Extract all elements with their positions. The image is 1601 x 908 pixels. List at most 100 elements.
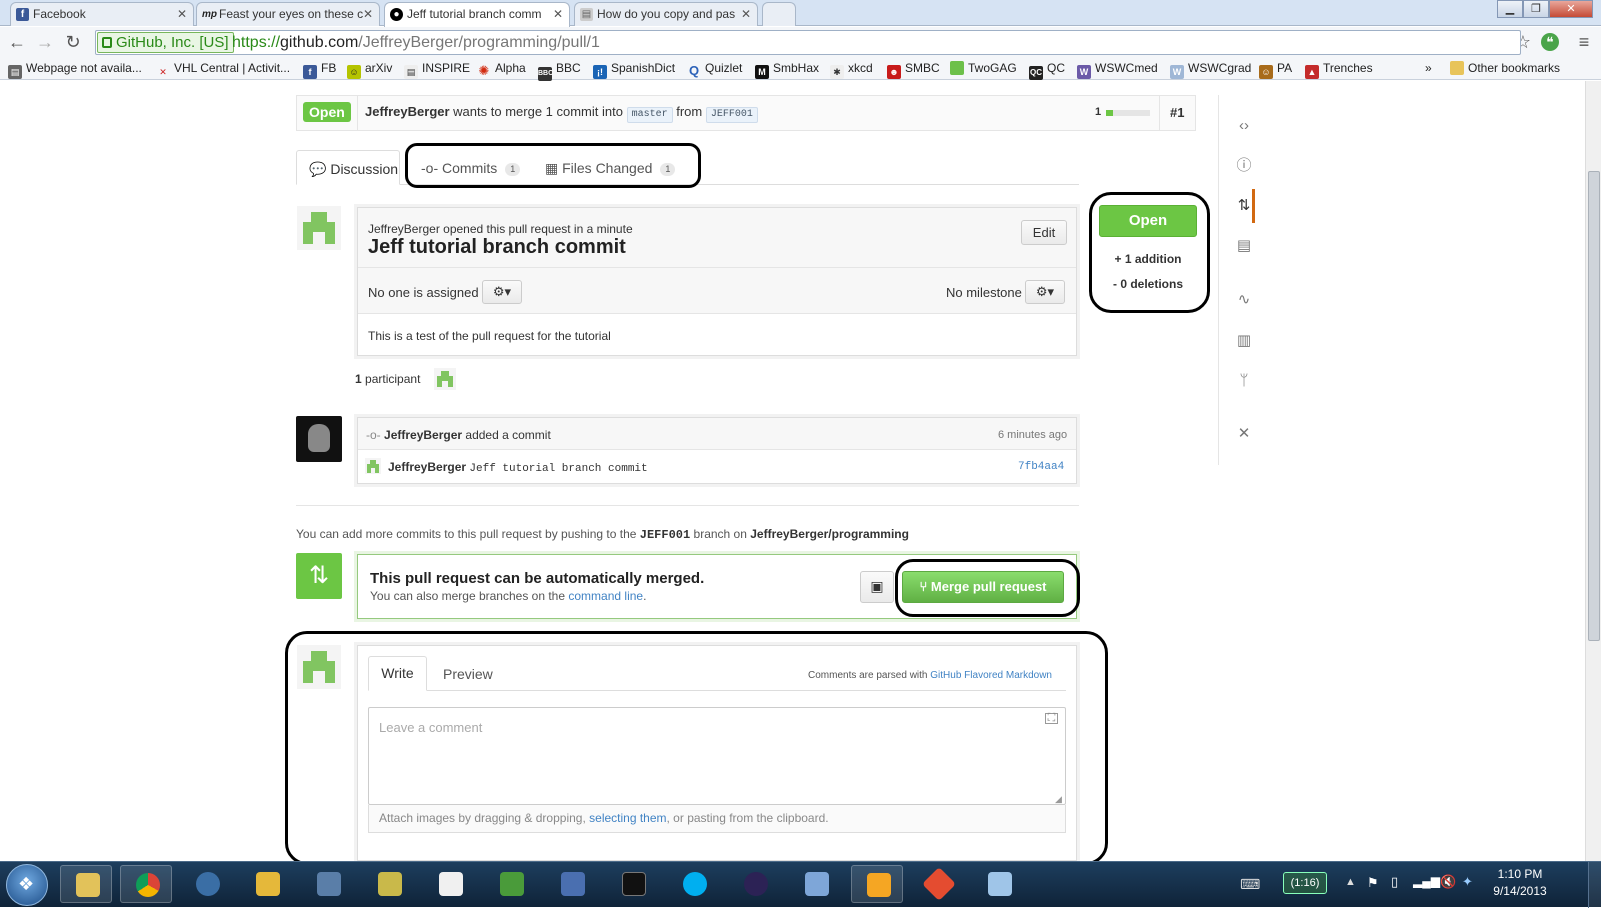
- explorer-taskbar-icon[interactable]: [60, 865, 112, 903]
- bookmark-inspire[interactable]: ▤ INSPIRE: [404, 61, 470, 79]
- bookmarks-overflow-icon[interactable]: »: [1425, 61, 1432, 75]
- bookmark-trenches[interactable]: ▲ Trenches: [1305, 61, 1373, 79]
- command-prompt-taskbar-icon[interactable]: [607, 865, 659, 903]
- wiki-icon[interactable]: ▤: [1234, 236, 1254, 256]
- thunderbird-taskbar-icon[interactable]: [181, 865, 233, 903]
- skype-taskbar-icon[interactable]: [668, 865, 720, 903]
- fullscreen-icon[interactable]: ⛶: [1045, 713, 1058, 724]
- back-icon[interactable]: ←: [6, 31, 28, 53]
- battery-timer[interactable]: (1:16): [1283, 872, 1327, 894]
- bookmark-wswcmed[interactable]: W WSWCmed: [1077, 61, 1158, 79]
- bookmark-twogag[interactable]: TwoGAG: [950, 61, 1017, 75]
- bookmark-vhl-central[interactable]: ✕ VHL Central | Activit...: [156, 61, 290, 79]
- markdown-link[interactable]: GitHub Flavored Markdown: [930, 670, 1052, 681]
- pulse-icon[interactable]: ∿: [1234, 290, 1254, 310]
- folder-taskbar-icon[interactable]: [790, 865, 842, 903]
- dropbox-icon[interactable]: ✦: [1462, 874, 1473, 890]
- tab-preview[interactable]: Preview: [443, 666, 493, 682]
- octave-taskbar-icon[interactable]: [485, 865, 537, 903]
- close-tab-icon[interactable]: ✕: [363, 7, 373, 21]
- tab-mp[interactable]: mp Feast your eyes on these c ✕: [196, 2, 380, 26]
- hangouts-icon[interactable]: ❝: [1541, 33, 1559, 51]
- code-icon[interactable]: ‹›: [1234, 116, 1254, 136]
- show-desktop-button[interactable]: [1588, 862, 1601, 908]
- reload-icon[interactable]: ↻: [62, 31, 84, 53]
- bookmark-spanishdict[interactable]: ¡! SpanishDict: [593, 61, 675, 79]
- maximize-icon[interactable]: ❐: [1523, 0, 1549, 18]
- tab-write[interactable]: Write: [368, 656, 427, 691]
- bookmark-wswcgrad[interactable]: W WSWCgrad: [1170, 61, 1251, 79]
- network-icon[interactable]: ᛘ: [1234, 371, 1254, 391]
- bookmark-other-bookmarks[interactable]: Other bookmarks: [1450, 61, 1560, 75]
- close-tab-icon[interactable]: ✕: [741, 7, 751, 21]
- milestone-gear-button[interactable]: ⚙▾: [1025, 280, 1065, 304]
- battery-icon[interactable]: ▯: [1391, 874, 1398, 890]
- gtalk-taskbar-icon[interactable]: [424, 865, 476, 903]
- eclipse-taskbar-icon[interactable]: [729, 865, 781, 903]
- volume-muted-icon[interactable]: 🔇: [1440, 874, 1456, 890]
- bookmark-xkcd[interactable]: ✱ xkcd: [830, 61, 873, 79]
- resize-handle-icon[interactable]: ◢: [1055, 794, 1062, 805]
- bookmark-fb[interactable]: f FB: [303, 61, 336, 79]
- keyboard-icon[interactable]: ⌨: [1240, 876, 1260, 893]
- ev-certificate-badge[interactable]: GitHub, Inc. [US]: [97, 32, 234, 53]
- address-bar[interactable]: GitHub, Inc. [US] https://github.com/Jef…: [95, 30, 1521, 55]
- tab-github-pr[interactable]: ● Jeff tutorial branch comm ✕: [384, 2, 570, 27]
- system-clock[interactable]: 1:10 PM 9/14/2013: [1485, 866, 1555, 900]
- command-line-link[interactable]: command line: [568, 589, 643, 603]
- avatar[interactable]: [297, 206, 341, 250]
- bookmark-smbhax[interactable]: M SmbHax: [755, 61, 819, 79]
- scrollbar-thumb[interactable]: [1588, 171, 1600, 641]
- comment-textarea[interactable]: Leave a comment ⛶ ◢: [368, 707, 1066, 805]
- avatar[interactable]: [296, 416, 342, 462]
- commit-event-author-link[interactable]: JeffreyBerger: [384, 428, 462, 442]
- pull-requests-icon[interactable]: ⇅: [1234, 196, 1254, 216]
- graphs-icon[interactable]: ▥: [1234, 331, 1254, 351]
- participant-avatar[interactable]: [434, 368, 456, 390]
- bookmark-pa[interactable]: ☺ PA: [1259, 61, 1292, 79]
- bookmark-smbc[interactable]: ☻ SMBC: [887, 61, 940, 79]
- bookmark-qc[interactable]: QC QC: [1029, 61, 1065, 80]
- tab-commits[interactable]: -o- Commits 1: [421, 160, 521, 176]
- edit-button[interactable]: Edit: [1021, 220, 1067, 245]
- chrome-taskbar-icon[interactable]: [120, 865, 172, 903]
- paint-taskbar-icon[interactable]: [973, 865, 1025, 903]
- new-tab-button[interactable]: [762, 2, 796, 26]
- show-hidden-icons[interactable]: ▲: [1345, 876, 1356, 888]
- commit-author-link[interactable]: JeffreyBerger: [388, 460, 466, 474]
- tab-files-changed[interactable]: ▦ Files Changed 1: [545, 160, 676, 177]
- bookmark-bbc[interactable]: BBC BBC: [538, 61, 581, 81]
- remote-desktop-taskbar-icon[interactable]: [546, 865, 598, 903]
- network-taskbar-icon[interactable]: [302, 865, 354, 903]
- pen-tool-taskbar-icon[interactable]: [241, 865, 293, 903]
- menu-icon[interactable]: ≡: [1573, 31, 1595, 53]
- bookmark-arxiv[interactable]: ☺ arXiv: [347, 61, 392, 79]
- commit-message-link[interactable]: Jeff tutorial branch commit: [469, 463, 647, 475]
- merge-pull-request-button[interactable]: ⑂ Merge pull request: [902, 571, 1064, 603]
- commit-author-avatar[interactable]: [365, 458, 381, 474]
- minimize-icon[interactable]: ▁: [1497, 0, 1523, 18]
- forward-icon[interactable]: →: [34, 31, 56, 53]
- open-in-desktop-button[interactable]: ▣: [860, 571, 894, 603]
- tab-discussion[interactable]: 💬 Discussion: [296, 150, 400, 185]
- page-scrollbar[interactable]: [1585, 81, 1601, 861]
- settings-icon[interactable]: ✕: [1234, 424, 1254, 444]
- bookmark-quizlet[interactable]: Q Quizlet: [687, 61, 742, 78]
- bookmark-alpha[interactable]: ✺ Alpha: [477, 61, 526, 78]
- bookmark-webpage-not-available[interactable]: ▤ Webpage not availa...: [8, 61, 142, 79]
- pr-author-link[interactable]: JeffreyBerger: [365, 104, 450, 119]
- close-tab-icon[interactable]: ✕: [177, 7, 187, 21]
- url-text[interactable]: https://github.com/JeffreyBerger/program…: [232, 34, 600, 52]
- wifi-signal-icon[interactable]: ▂▄▆: [1413, 874, 1440, 888]
- pr-opener-link[interactable]: JeffreyBerger: [368, 222, 440, 236]
- commit-sha-link[interactable]: 7fb4aa4: [1018, 461, 1064, 473]
- tab-copy-paste[interactable]: ▤ How do you copy and pas ✕: [574, 2, 758, 26]
- select-images-link[interactable]: selecting them: [589, 811, 666, 825]
- avatar[interactable]: [297, 645, 341, 689]
- sublime-taskbar-icon[interactable]: [851, 865, 903, 903]
- close-window-icon[interactable]: ✕: [1549, 0, 1593, 18]
- issues-icon[interactable]: ⓘ: [1234, 156, 1254, 176]
- git-taskbar-icon[interactable]: [912, 865, 964, 903]
- tab-facebook[interactable]: f Facebook ✕: [10, 2, 194, 26]
- texmaker-taskbar-icon[interactable]: [363, 865, 415, 903]
